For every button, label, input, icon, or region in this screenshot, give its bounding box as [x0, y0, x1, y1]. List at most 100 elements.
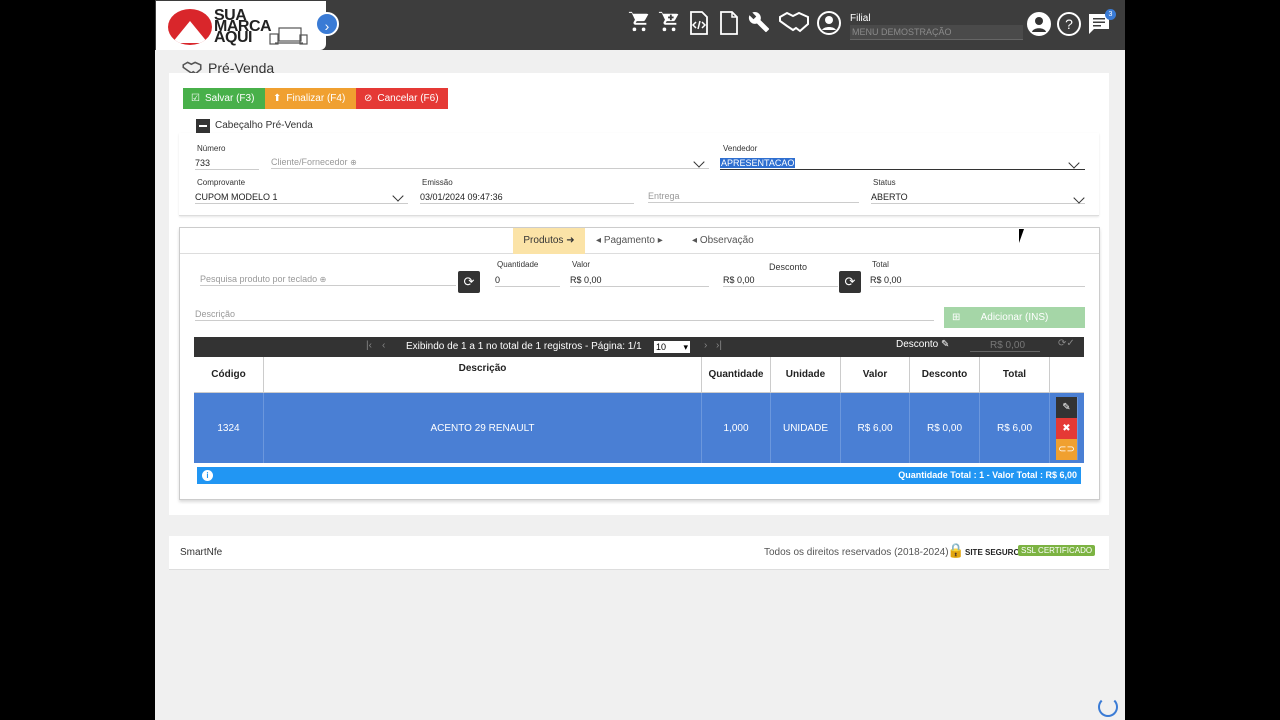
- emissao-field[interactable]: 03/01/2024 09:47:36: [420, 190, 634, 204]
- arrow-right-circle-icon: ▸: [657, 235, 663, 246]
- tab-pagamento[interactable]: ◂ Pagamento ▸: [596, 228, 663, 254]
- comprovante-select[interactable]: CUPOM MODELO 1: [195, 190, 408, 204]
- emissao-label: Emissão: [422, 178, 453, 187]
- finalize-button[interactable]: ⬆ Finalizar (F4): [265, 88, 356, 109]
- plus-circle-icon: ⊕: [350, 158, 357, 167]
- next-page-icon[interactable]: ›: [704, 340, 707, 351]
- entrega-field[interactable]: Entrega: [648, 189, 859, 203]
- delete-x-icon[interactable]: ✖: [1056, 417, 1078, 439]
- cell-codigo: 1324: [194, 393, 264, 463]
- grid-desconto-field[interactable]: R$ 0,00: [970, 340, 1040, 352]
- items-grid: |‹ ‹ Exibindo de 1 a 1 no total de 1 reg…: [194, 337, 1084, 463]
- grid-plus-icon: ⊞: [952, 312, 961, 323]
- col-quantidade[interactable]: Quantidade: [702, 357, 771, 393]
- desconto-field[interactable]: R$ 0,00: [723, 273, 838, 287]
- filial-select[interactable]: MENU DEMOSTRAÇÃO: [850, 25, 1023, 40]
- cell-desconto: R$ 0,00: [910, 393, 980, 463]
- status-label: Status: [873, 178, 896, 187]
- notification-badge: 3: [1105, 9, 1116, 20]
- descricao-field[interactable]: Descrição: [195, 307, 934, 321]
- app-window: SUA MARCA AQUI › Filial MENU DEMOSTRAÇÃO…: [155, 0, 1125, 720]
- wrench-icon[interactable]: [747, 11, 771, 37]
- col-valor[interactable]: Valor: [841, 357, 910, 393]
- plus-circle-icon: ⊕: [319, 275, 327, 284]
- table-row[interactable]: 1324 ACENTO 29 RENAULT 1,000 UNIDADE R$ …: [194, 393, 1084, 463]
- brand-logo[interactable]: SUA MARCA AQUI: [156, 1, 326, 50]
- right-icon-bar: ?: [1027, 12, 1111, 36]
- tab-observacao[interactable]: ◂ Observação: [692, 228, 754, 254]
- lock-icon: 🔒: [947, 542, 965, 558]
- user-circle-icon[interactable]: [817, 11, 841, 37]
- arrow-left-circle-icon: ◂: [596, 235, 602, 246]
- document-icon[interactable]: [717, 11, 741, 37]
- app-name: SmartNfe: [180, 547, 223, 558]
- refresh-check-icon[interactable]: ⟳✓: [1058, 338, 1075, 349]
- last-page-icon[interactable]: ›|: [716, 340, 722, 351]
- ssl-badge: SSL CERTIFICADO: [1018, 545, 1096, 556]
- code-file-icon[interactable]: [687, 11, 711, 37]
- grid-summary-bar: i Quantidade Total : 1 - Valor Total : R…: [197, 467, 1081, 484]
- col-unidade[interactable]: Unidade: [771, 357, 841, 393]
- prev-page-icon[interactable]: ‹: [382, 340, 385, 351]
- refresh-icon[interactable]: ⟳: [839, 271, 861, 293]
- help-icon[interactable]: ?: [1057, 12, 1081, 36]
- quantidade-field[interactable]: 0: [495, 273, 560, 287]
- devices-icon: [269, 27, 308, 45]
- numero-field[interactable]: 733: [195, 156, 259, 170]
- edit-pencil-icon[interactable]: ✎: [1056, 396, 1078, 418]
- site-seguro-label: SITE SEGURO: [965, 548, 1020, 557]
- cart-add-icon[interactable]: [657, 11, 681, 37]
- logo-text: SUA MARCA AQUI: [214, 7, 272, 46]
- cell-unidade: UNIDADE: [771, 393, 841, 463]
- cancel-button[interactable]: ⊘ Cancelar (F6): [356, 88, 448, 109]
- pagination-text: Exibindo de 1 a 1 no total de 1 registro…: [406, 341, 642, 352]
- filial-label: Filial: [850, 13, 871, 24]
- save-button[interactable]: ☑ Salvar (F3): [183, 88, 265, 109]
- cell-descricao: ACENTO 29 RENAULT: [264, 393, 702, 463]
- product-search-input[interactable]: Pesquisa produto por teclado ⊕: [200, 272, 456, 286]
- refresh-icon[interactable]: ⟳: [458, 271, 480, 293]
- cliente-field[interactable]: Cliente/Fornecedor ⊕: [271, 155, 709, 169]
- tab-produtos[interactable]: Produtos ➜: [513, 228, 585, 254]
- numero-label: Número: [197, 144, 226, 153]
- valor-label: Valor: [572, 260, 591, 269]
- grid-desconto-label: Desconto: [896, 339, 939, 350]
- grid-toolbar: |‹ ‹ Exibindo de 1 a 1 no total de 1 reg…: [194, 337, 1084, 357]
- collapse-toggle-icon[interactable]: [196, 119, 210, 133]
- desconto-label: Desconto: [769, 262, 808, 272]
- page-size-select[interactable]: 10 ▾: [654, 341, 690, 353]
- total-label: Total: [872, 260, 889, 269]
- vendedor-label: Vendedor: [723, 144, 758, 153]
- user-profile-icon[interactable]: [1027, 12, 1051, 36]
- cell-total: R$ 6,00: [980, 393, 1050, 463]
- logo-mark: [168, 9, 212, 45]
- valor-field[interactable]: R$ 0,00: [570, 273, 709, 287]
- handshake-icon[interactable]: [777, 11, 811, 37]
- total-field[interactable]: R$ 0,00: [870, 273, 1085, 287]
- col-desconto[interactable]: Desconto: [910, 357, 980, 393]
- col-total[interactable]: Total: [980, 357, 1050, 393]
- row-actions: ✎ ✖ ⊂⊃: [1050, 393, 1084, 463]
- top-bar: SUA MARCA AQUI › Filial MENU DEMOSTRAÇÃO…: [155, 0, 1125, 50]
- col-codigo[interactable]: Código: [194, 357, 264, 393]
- arrow-up-circle-icon: ⬆: [273, 93, 282, 104]
- vendedor-select[interactable]: APRESENTACAO: [720, 156, 1085, 170]
- pencil-icon[interactable]: ✎: [941, 339, 949, 350]
- toggle-icon[interactable]: ⊂⊃: [1056, 438, 1078, 460]
- page-footer: SmartNfe Todos os direitos reservados (2…: [169, 536, 1109, 570]
- ban-icon: ⊘: [364, 93, 373, 104]
- add-item-button[interactable]: ⊞ Adicionar (INS): [944, 307, 1085, 328]
- tab-bar: Produtos ➜ ◂ Pagamento ▸ ◂ Observação: [180, 228, 1099, 254]
- first-page-icon[interactable]: |‹: [366, 340, 372, 351]
- comprovante-label: Comprovante: [197, 178, 246, 187]
- col-actions: [1050, 357, 1084, 393]
- menu-expand-button[interactable]: ›: [315, 12, 339, 36]
- arrow-left-circle-icon: ◂: [692, 235, 698, 246]
- chevron-down-icon: ▾: [683, 342, 688, 352]
- top-icon-bar: [627, 11, 841, 37]
- cart-icon[interactable]: [627, 11, 651, 37]
- info-icon: i: [202, 470, 213, 481]
- section-title: Cabeçalho Pré-Venda: [215, 120, 313, 131]
- status-select[interactable]: ABERTO: [871, 190, 1085, 204]
- col-descricao[interactable]: Descrição: [264, 357, 702, 393]
